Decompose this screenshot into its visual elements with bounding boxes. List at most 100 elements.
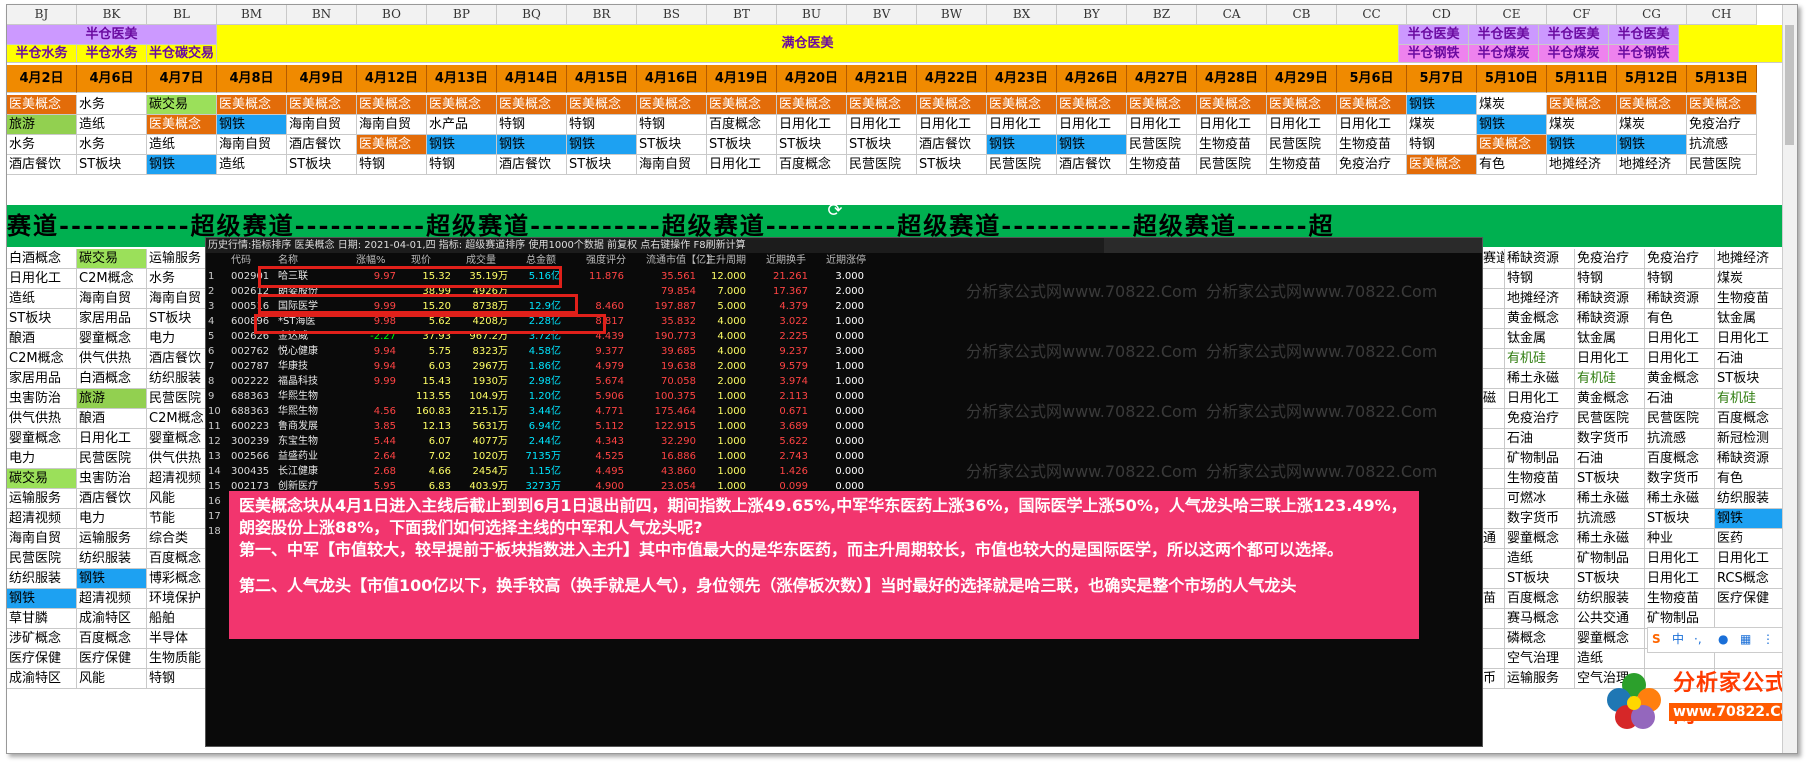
panel-column-header[interactable]: 近期换手 xyxy=(766,254,806,268)
sector-cell[interactable]: 水务 xyxy=(77,95,147,115)
sector-list-cell[interactable]: 运输服务 xyxy=(1505,669,1575,689)
sector-list-cell[interactable]: 日用化工 xyxy=(1645,549,1715,569)
sector-list-cell[interactable]: 稀土永磁 xyxy=(1505,369,1575,389)
sector-list-cell[interactable]: 稀缺资源 xyxy=(1575,289,1645,309)
sector-cell[interactable]: 水务 xyxy=(7,135,77,155)
sector-list-cell[interactable]: 日用化工 xyxy=(77,429,147,449)
sector-list-cell[interactable]: 民营医院 xyxy=(77,449,147,469)
sector-cell[interactable]: 酒店餐饮 xyxy=(7,155,77,175)
sector-list-cell[interactable] xyxy=(1481,569,1505,589)
sector-list-cell[interactable]: 日用化工 xyxy=(1715,549,1785,569)
sector-list-cell[interactable]: 碳交易 xyxy=(77,249,147,269)
sector-cell[interactable]: ST板块 xyxy=(77,155,147,175)
sector-cell[interactable]: 医美概念 xyxy=(1477,135,1547,155)
sector-list-cell[interactable]: 日用化工 xyxy=(1645,329,1715,349)
sector-list-cell[interactable]: 钛金属 xyxy=(1505,329,1575,349)
ime-toolbar[interactable]: S 中 ·, ● ▦ ⋮ xyxy=(1647,627,1797,653)
sector-list-cell[interactable]: 数字货币 xyxy=(1645,469,1715,489)
sector-list-cell[interactable]: 空气治理 xyxy=(1505,649,1575,669)
ime-punctuation-toggle[interactable]: ·, xyxy=(1694,628,1702,650)
sector-list-cell[interactable] xyxy=(1481,649,1505,669)
banner-cell[interactable]: 半仓医美 xyxy=(1609,25,1679,45)
date-cell[interactable]: 4月12日 xyxy=(357,65,427,93)
sector-list-cell[interactable]: 百度概念 xyxy=(1715,409,1785,429)
sector-list-cell[interactable]: 煤炭 xyxy=(1715,269,1785,289)
sector-list-cell[interactable]: 地摊经济 xyxy=(1505,289,1575,309)
sector-list-cell[interactable]: RCS概念 xyxy=(1715,569,1785,589)
sector-cell[interactable]: 钢铁 xyxy=(1547,135,1617,155)
date-cell[interactable]: 4月27日 xyxy=(1127,65,1197,93)
date-cell[interactable]: 4月2日 xyxy=(7,65,77,93)
column-header[interactable]: BJ xyxy=(7,5,77,25)
sector-list-cell[interactable]: 有机硅 xyxy=(1575,369,1645,389)
sector-list-cell[interactable]: 百度概念 xyxy=(1505,589,1575,609)
stock-row[interactable]: 6 002762 悦心健康 9.94 5.75 8323万 4.58亿 9.377 39.685… xyxy=(206,344,906,359)
sector-list-cell[interactable]: 酿酒 xyxy=(7,329,77,349)
panel-column-header[interactable]: 近期涨停 xyxy=(826,254,866,268)
sector-cell[interactable]: 医美概念 xyxy=(1617,95,1687,115)
sector-list-cell[interactable]: 特钢 xyxy=(1505,269,1575,289)
banner-cell[interactable]: 半仓煤炭 xyxy=(1469,45,1539,63)
sector-cell[interactable]: 医美概念 xyxy=(217,95,287,115)
date-cell[interactable]: 5月11日 xyxy=(1547,65,1617,93)
sector-list-cell[interactable]: 超清视频 xyxy=(7,509,77,529)
sector-cell[interactable]: 造纸 xyxy=(217,155,287,175)
stock-row[interactable]: 14 300435 长江健康 2.68 4.66 2454万 1.15亿 4.495 43.86… xyxy=(206,464,906,479)
date-cell[interactable]: 4月23日 xyxy=(987,65,1057,93)
sector-list-cell[interactable]: 供气供热 xyxy=(7,409,77,429)
sector-cell[interactable]: 水务 xyxy=(77,135,147,155)
sector-list-cell[interactable]: 石油 xyxy=(1645,389,1715,409)
sector-list-cell[interactable]: 数字货币 xyxy=(1505,509,1575,529)
date-cell[interactable]: 4月16日 xyxy=(637,65,707,93)
sector-list-cell[interactable]: 婴童概念 xyxy=(7,429,77,449)
column-header[interactable]: CG xyxy=(1617,5,1687,25)
sector-list-cell[interactable]: C2M概念 xyxy=(7,349,77,369)
sector-list-cell[interactable]: 纺织服装 xyxy=(7,569,77,589)
sector-list-cell[interactable]: 日用化工 xyxy=(1645,349,1715,369)
stock-row[interactable]: 7 002787 华康技 9.94 6.03 2967万 1.86亿 4.979 19.638 2… xyxy=(206,359,906,374)
sector-list-cell[interactable]: 纺织服装 xyxy=(1715,489,1785,509)
sector-cell[interactable]: 百度概念 xyxy=(707,115,777,135)
sector-cell[interactable]: 地摊经济 xyxy=(1617,155,1687,175)
sector-cell[interactable]: 钢铁 xyxy=(1407,95,1477,115)
sector-cell[interactable]: 免疫治疗 xyxy=(1337,155,1407,175)
sector-cell[interactable]: 医美概念 xyxy=(917,95,987,115)
sector-list-cell[interactable]: 海南自贸 xyxy=(7,529,77,549)
sector-list-cell[interactable]: 造纸 xyxy=(7,289,77,309)
sector-list-cell[interactable]: 币 xyxy=(1481,669,1505,689)
sector-cell[interactable]: 医美概念 xyxy=(427,95,497,115)
sector-cell[interactable]: 酒店餐饮 xyxy=(1057,155,1127,175)
sector-list-cell[interactable]: ST板块 xyxy=(1575,469,1645,489)
sector-cell[interactable]: 民营医院 xyxy=(987,155,1057,175)
sector-list-cell[interactable] xyxy=(1715,609,1785,629)
date-cell[interactable]: 4月13日 xyxy=(427,65,497,93)
sector-list-cell[interactable] xyxy=(1481,409,1505,429)
sector-cell[interactable]: 造纸 xyxy=(77,115,147,135)
column-header[interactable]: CA xyxy=(1197,5,1267,25)
sector-list-cell[interactable]: ST板块 xyxy=(1575,569,1645,589)
sector-list-cell[interactable]: 稀缺资源 xyxy=(1715,449,1785,469)
sector-list-cell[interactable]: 酿酒 xyxy=(77,409,147,429)
sector-list-cell[interactable]: 医药 xyxy=(1715,529,1785,549)
sector-cell[interactable]: 钢铁 xyxy=(217,115,287,135)
sector-cell[interactable]: 日用化工 xyxy=(777,115,847,135)
date-cell[interactable]: 4月22日 xyxy=(917,65,987,93)
sector-list-cell[interactable]: 碳交易 xyxy=(7,469,77,489)
sector-list-cell[interactable]: 稀缺资源 xyxy=(1505,249,1575,269)
sector-list-cell[interactable]: 造纸 xyxy=(1505,549,1575,569)
sector-cell[interactable]: 日用化工 xyxy=(1267,115,1337,135)
sector-cell[interactable]: 日用化工 xyxy=(917,115,987,135)
sector-list-cell[interactable]: 特钢 xyxy=(1575,269,1645,289)
sector-cell[interactable]: 地摊经济 xyxy=(1547,155,1617,175)
sector-cell[interactable]: 医美概念 xyxy=(847,95,917,115)
banner-cell[interactable]: 半仓水务 xyxy=(7,45,77,63)
sector-cell[interactable]: 医美概念 xyxy=(1267,95,1337,115)
sector-list-cell[interactable]: 矿物制品 xyxy=(1645,609,1715,629)
sector-list-cell[interactable]: 酒店餐饮 xyxy=(77,489,147,509)
sector-list-cell[interactable] xyxy=(1481,429,1505,449)
sector-list-cell[interactable]: 虫害防治 xyxy=(77,469,147,489)
column-header[interactable]: CF xyxy=(1547,5,1617,25)
sector-list-cell[interactable] xyxy=(1481,609,1505,629)
sector-cell[interactable]: 生物疫苗 xyxy=(1127,155,1197,175)
column-header[interactable]: CH xyxy=(1687,5,1757,25)
